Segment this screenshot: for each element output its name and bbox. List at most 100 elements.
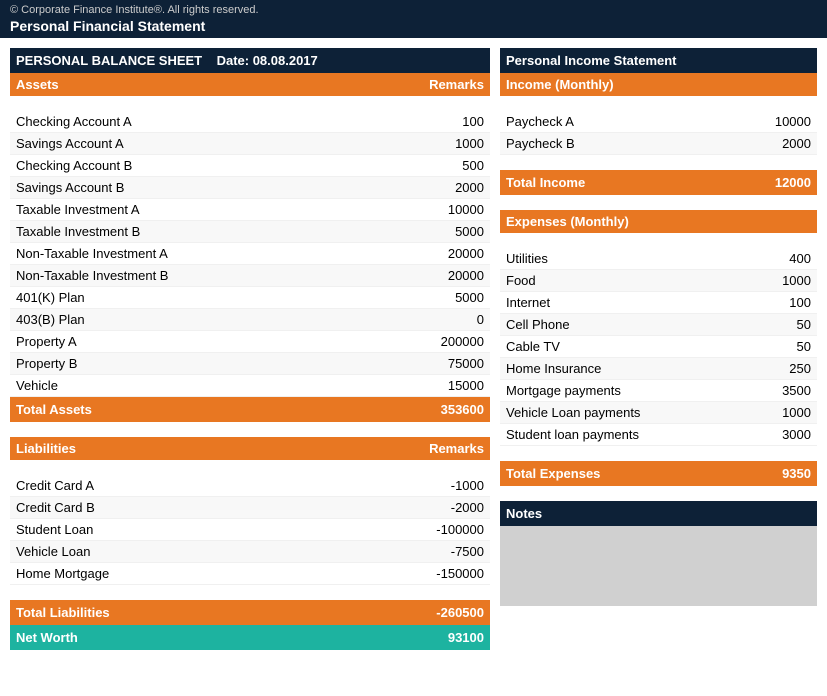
expense-row: Cable TV50 xyxy=(500,336,817,358)
net-worth-label: Net Worth xyxy=(10,625,317,650)
assets-label: Assets xyxy=(10,73,406,96)
income-row: Paycheck B2000 xyxy=(500,133,817,155)
liability-name: Student Loan xyxy=(10,519,316,541)
asset-row: Savings Account A1000 xyxy=(10,133,490,155)
expenses-table: Expenses (Monthly) xyxy=(500,210,817,233)
asset-name: Vehicle xyxy=(10,375,369,397)
income-subheader-row: Income (Monthly) xyxy=(500,73,817,96)
app-title: Personal Financial Statement xyxy=(10,16,817,34)
asset-value: 0 xyxy=(369,309,490,331)
income-statement-header-row: Personal Income Statement xyxy=(500,48,817,73)
total-assets-row: Total Assets353600 xyxy=(10,397,490,423)
liability-row: Credit Card A-1000 xyxy=(10,475,490,497)
asset-name: 403(B) Plan xyxy=(10,309,369,331)
income-item-value: 2000 xyxy=(698,133,817,155)
expense-item-name: Internet xyxy=(500,292,748,314)
income-item-value: 10000 xyxy=(698,111,817,133)
asset-name: Savings Account A xyxy=(10,133,369,155)
liability-value: -150000 xyxy=(316,563,490,585)
top-bar: © Corporate Finance Institute®. All righ… xyxy=(0,0,827,38)
income-total-table: Total Income 12000 xyxy=(500,170,817,195)
asset-name: 401(K) Plan xyxy=(10,287,369,309)
expense-row: Internet100 xyxy=(500,292,817,314)
expenses-data-table: Utilities400Food1000Internet100Cell Phon… xyxy=(500,248,817,446)
expense-item-value: 400 xyxy=(748,248,817,270)
income-statement-table: Personal Income Statement Income (Monthl… xyxy=(500,48,817,96)
asset-value: 200000 xyxy=(369,331,490,353)
asset-row: 401(K) Plan5000 xyxy=(10,287,490,309)
expense-item-name: Mortgage payments xyxy=(500,380,748,402)
liability-value: -100000 xyxy=(316,519,490,541)
expenses-label: Expenses (Monthly) xyxy=(500,210,817,233)
asset-value: 20000 xyxy=(369,265,490,287)
asset-value: 5000 xyxy=(369,221,490,243)
asset-name: Checking Account A xyxy=(10,111,369,133)
liability-row: Credit Card B-2000 xyxy=(10,497,490,519)
total-assets-label: Total Assets xyxy=(10,397,369,423)
expense-row: Mortgage payments3500 xyxy=(500,380,817,402)
asset-value: 500 xyxy=(369,155,490,177)
expense-item-value: 1000 xyxy=(748,402,817,424)
asset-name: Checking Account B xyxy=(10,155,369,177)
asset-row: Savings Account B2000 xyxy=(10,177,490,199)
expenses-total-table: Total Expenses 9350 xyxy=(500,461,817,486)
asset-row: Property A200000 xyxy=(10,331,490,353)
asset-row: 403(B) Plan0 xyxy=(10,309,490,331)
asset-name: Non-Taxable Investment A xyxy=(10,243,369,265)
expense-item-value: 100 xyxy=(748,292,817,314)
asset-row: Vehicle15000 xyxy=(10,375,490,397)
total-income-value: 12000 xyxy=(707,170,817,195)
asset-name: Taxable Investment A xyxy=(10,199,369,221)
expense-row: Home Insurance250 xyxy=(500,358,817,380)
liability-value: -2000 xyxy=(316,497,490,519)
expense-item-value: 1000 xyxy=(748,270,817,292)
liability-row: Vehicle Loan-7500 xyxy=(10,541,490,563)
income-item-name: Paycheck B xyxy=(500,133,698,155)
asset-value: 20000 xyxy=(369,243,490,265)
total-expenses-value: 9350 xyxy=(729,461,817,486)
income-item-name: Paycheck A xyxy=(500,111,698,133)
asset-value: 5000 xyxy=(369,287,490,309)
total-expenses-row: Total Expenses 9350 xyxy=(500,461,817,486)
liabilities-data-table: Credit Card A-1000Credit Card B-2000Stud… xyxy=(10,475,490,585)
expense-item-value: 250 xyxy=(748,358,817,380)
asset-row: Taxable Investment B5000 xyxy=(10,221,490,243)
expense-item-name: Utilities xyxy=(500,248,748,270)
liability-value: -7500 xyxy=(316,541,490,563)
expense-row: Cell Phone50 xyxy=(500,314,817,336)
expenses-subheader-row: Expenses (Monthly) xyxy=(500,210,817,233)
asset-row: Non-Taxable Investment B20000 xyxy=(10,265,490,287)
liability-name: Credit Card B xyxy=(10,497,316,519)
income-data-table: Paycheck A10000Paycheck B2000 xyxy=(500,111,817,155)
liability-name: Credit Card A xyxy=(10,475,316,497)
asset-row: Checking Account B500 xyxy=(10,155,490,177)
income-row: Paycheck A10000 xyxy=(500,111,817,133)
asset-name: Property A xyxy=(10,331,369,353)
remarks-label: Remarks xyxy=(406,73,490,96)
asset-name: Taxable Investment B xyxy=(10,221,369,243)
expense-item-name: Vehicle Loan payments xyxy=(500,402,748,424)
totals-table: Total Liabilities -260500 Net Worth 9310… xyxy=(10,600,490,650)
total-liabilities-label: Total Liabilities xyxy=(10,600,317,625)
asset-value: 1000 xyxy=(369,133,490,155)
net-worth-row: Net Worth 93100 xyxy=(10,625,490,650)
expense-item-value: 3000 xyxy=(748,424,817,446)
asset-row: Checking Account A100 xyxy=(10,111,490,133)
net-worth-value: 93100 xyxy=(317,625,490,650)
asset-value: 2000 xyxy=(369,177,490,199)
expense-item-value: 3500 xyxy=(748,380,817,402)
total-liabilities-row: Total Liabilities -260500 xyxy=(10,600,490,625)
assets-subheader-row: Assets Remarks xyxy=(10,73,490,96)
left-panel: PERSONAL BALANCE SHEET Date: 08.08.2017 … xyxy=(10,48,500,665)
balance-sheet-header-row: PERSONAL BALANCE SHEET Date: 08.08.2017 xyxy=(10,48,490,73)
asset-row: Property B75000 xyxy=(10,353,490,375)
liability-row: Home Mortgage-150000 xyxy=(10,563,490,585)
asset-value: 100 xyxy=(369,111,490,133)
expense-row: Vehicle Loan payments1000 xyxy=(500,402,817,424)
expense-item-name: Student loan payments xyxy=(500,424,748,446)
main-content: PERSONAL BALANCE SHEET Date: 08.08.2017 … xyxy=(0,38,827,675)
asset-value: 15000 xyxy=(369,375,490,397)
expense-item-name: Home Insurance xyxy=(500,358,748,380)
expense-row: Utilities400 xyxy=(500,248,817,270)
expense-row: Student loan payments3000 xyxy=(500,424,817,446)
